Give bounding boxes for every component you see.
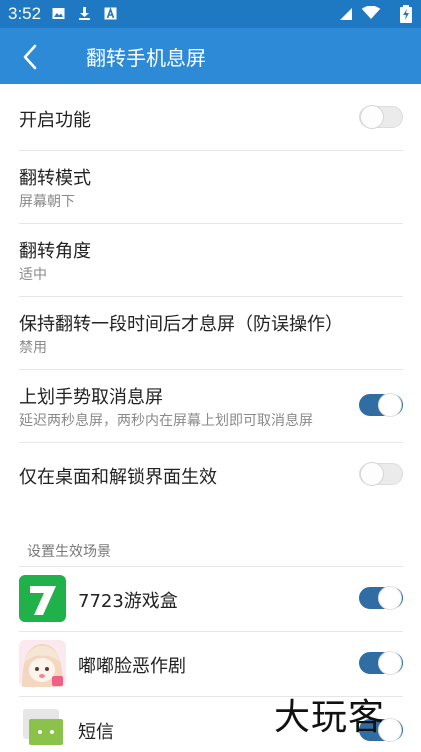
battery-charging-icon	[400, 5, 412, 23]
setting-subtitle: 屏幕朝下	[19, 194, 75, 210]
toggle-knob	[360, 462, 384, 486]
image-icon	[52, 8, 65, 19]
desktop-only-toggle[interactable]	[359, 461, 403, 487]
setting-subtitle: 适中	[19, 267, 47, 283]
setting-title: 翻转角度	[19, 241, 91, 262]
page-title: 翻转手机息屏	[86, 46, 206, 70]
setting-flip-mode[interactable]: 翻转模式 屏幕朝下	[0, 151, 421, 223]
setting-swipe-cancel[interactable]: 上划手势取消息屏 延迟两秒息屏，两秒内在屏幕上划即可取消息屏	[0, 370, 421, 442]
app-toggle-dudulian[interactable]	[359, 650, 403, 676]
setting-title: 上划手势取消息屏	[19, 387, 163, 408]
sms-app-icon	[19, 705, 66, 752]
setting-title: 开启功能	[19, 110, 91, 131]
toggle-knob	[378, 586, 402, 610]
enable-feature-toggle[interactable]	[359, 104, 403, 130]
setting-title: 仅在桌面和解锁界面生效	[19, 467, 217, 488]
app-bar: 翻转手机息屏	[0, 28, 421, 84]
swipe-cancel-toggle[interactable]	[359, 392, 403, 418]
setting-enable-feature[interactable]: 开启功能	[0, 84, 421, 150]
toggle-knob	[360, 105, 384, 129]
status-bar: 3:52	[0, 0, 421, 28]
toggle-knob	[378, 393, 402, 417]
setting-delay-screen-off[interactable]: 保持翻转一段时间后才息屏（防误操作） 禁用	[0, 297, 421, 369]
watermark-text: 大玩客	[274, 697, 386, 738]
setting-desktop-only[interactable]: 仅在桌面和解锁界面生效	[0, 443, 421, 507]
status-time: 3:52	[8, 4, 42, 23]
download-icon	[79, 7, 90, 20]
setting-subtitle: 延迟两秒息屏，两秒内在屏幕上划即可取消息屏	[19, 413, 313, 429]
toggle-knob	[378, 651, 402, 675]
setting-title: 翻转模式	[19, 168, 91, 189]
app-row-7723[interactable]: 7723游戏盒	[0, 567, 421, 631]
setting-flip-angle[interactable]: 翻转角度 适中	[0, 224, 421, 296]
app-name: 短信	[78, 722, 114, 743]
anime-girl-app-icon	[19, 640, 66, 687]
signal-icon	[340, 8, 352, 20]
font-a-icon	[104, 7, 117, 20]
back-arrow-icon[interactable]	[14, 40, 48, 74]
section-title: 设置生效场景	[27, 544, 111, 560]
setting-title: 保持翻转一段时间后才息屏（防误操作）	[19, 314, 343, 335]
setting-subtitle: 禁用	[19, 340, 47, 356]
7723-app-icon	[19, 575, 66, 622]
app-toggle-7723[interactable]	[359, 585, 403, 611]
app-row-dudulian[interactable]: 嘟嘟脸恶作剧	[0, 632, 421, 696]
wifi-icon	[361, 6, 381, 19]
app-name: 7723游戏盒	[78, 591, 178, 612]
app-name: 嘟嘟脸恶作剧	[78, 656, 186, 677]
